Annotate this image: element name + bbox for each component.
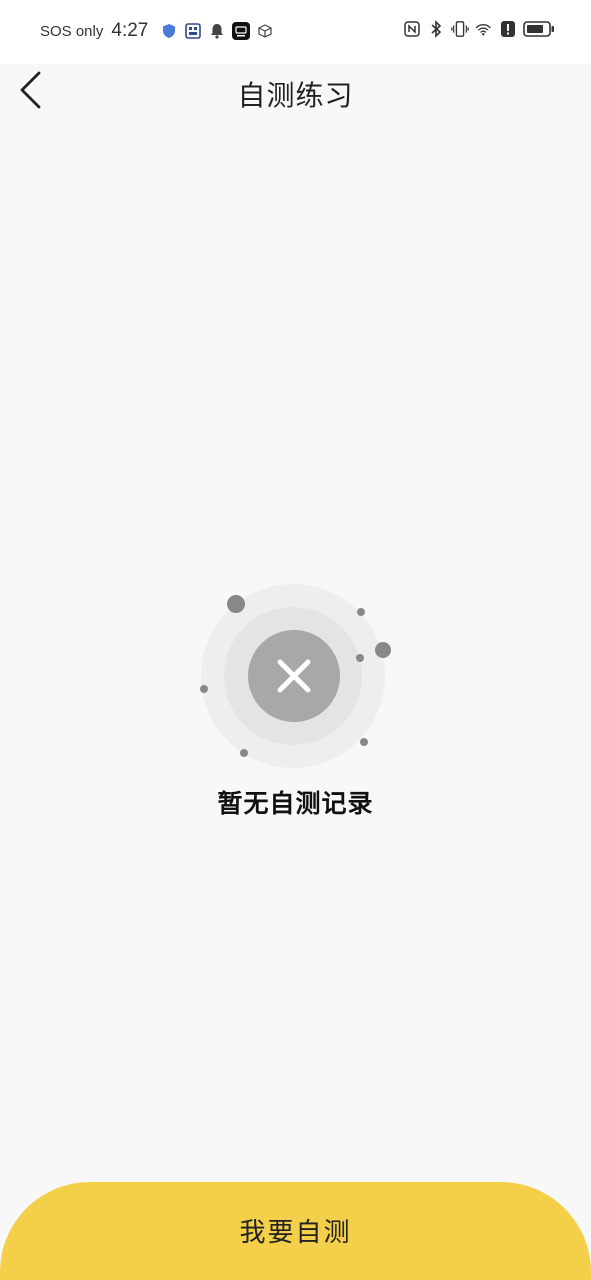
nfc-icon	[403, 20, 421, 38]
app-badge-icon	[232, 22, 251, 40]
battery-icon	[523, 20, 555, 38]
vibrate-icon	[451, 20, 469, 38]
alert-icon	[499, 20, 517, 38]
app-icon	[184, 22, 202, 40]
status-bar-right	[403, 20, 555, 38]
start-self-test-label: 我要自测	[239, 1217, 352, 1248]
empty-state-illustration	[196, 582, 396, 772]
wifi-icon	[475, 20, 493, 38]
empty-state-message: 暂无自测记录	[217, 789, 374, 818]
shield-icon	[160, 22, 178, 40]
status-bar-left: SOS only 4:27	[40, 20, 274, 42]
cube-icon	[256, 22, 274, 40]
page-title: 自测练习	[237, 79, 354, 112]
carrier-text: SOS only	[40, 22, 104, 40]
header: 自测练习	[0, 64, 591, 120]
status-bar: SOS only 4:27	[0, 0, 591, 64]
bell-icon	[208, 22, 226, 40]
start-self-test-button[interactable]: 我要自测	[0, 1182, 591, 1280]
clock: 4:27	[111, 20, 149, 41]
bluetooth-icon	[427, 20, 445, 38]
